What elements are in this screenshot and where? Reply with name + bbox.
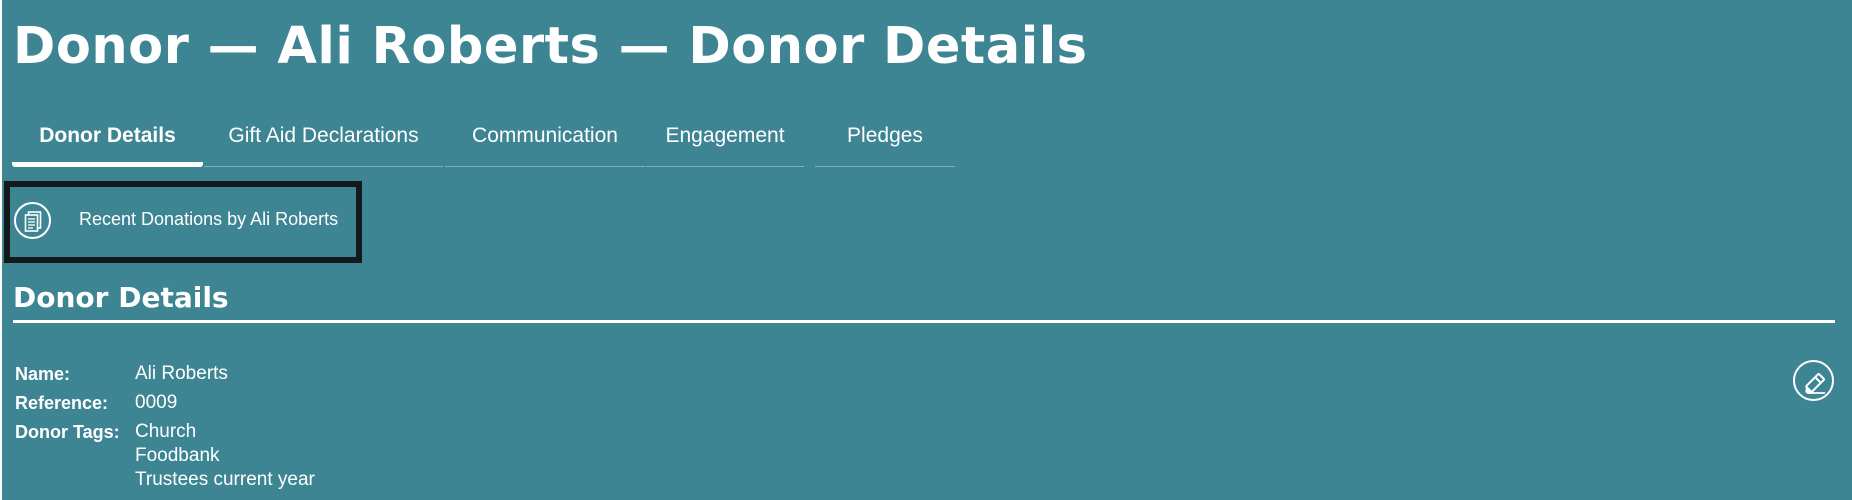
section-title: Donor Details	[13, 281, 229, 314]
donor-tag-item: Trustees current year	[135, 469, 315, 490]
name-value: Ali Roberts	[135, 363, 228, 384]
page-title: Donor — Ali Roberts — Donor Details	[13, 17, 1088, 76]
documents-icon	[14, 202, 51, 239]
edit-donor-button[interactable]	[1793, 360, 1834, 401]
reference-value: 0009	[135, 392, 178, 413]
tab-gift-aid-declarations[interactable]: Gift Aid Declarations	[204, 108, 443, 167]
tab-donor-details[interactable]: Donor Details	[12, 108, 203, 167]
tab-pledges[interactable]: Pledges	[815, 108, 955, 167]
tab-engagement[interactable]: Engagement	[646, 108, 804, 167]
donor-tag-item: Foodbank	[135, 445, 220, 466]
donor-page: Donor — Ali Roberts — Donor Details Dono…	[2, 0, 1852, 500]
donor-tags-label: Donor Tags:	[15, 422, 120, 442]
section-divider	[13, 320, 1835, 323]
donor-tags-list: Church Foodbank Trustees current year	[135, 420, 315, 492]
tab-communication[interactable]: Communication	[445, 108, 645, 167]
reference-label: Reference:	[15, 393, 109, 413]
recent-donations-label: Recent Donations by Ali Roberts	[79, 209, 339, 229]
donor-tag-item: Church	[135, 421, 197, 442]
recent-donations-button[interactable]: Recent Donations by Ali Roberts	[4, 181, 362, 263]
name-label: Name:	[15, 364, 71, 384]
